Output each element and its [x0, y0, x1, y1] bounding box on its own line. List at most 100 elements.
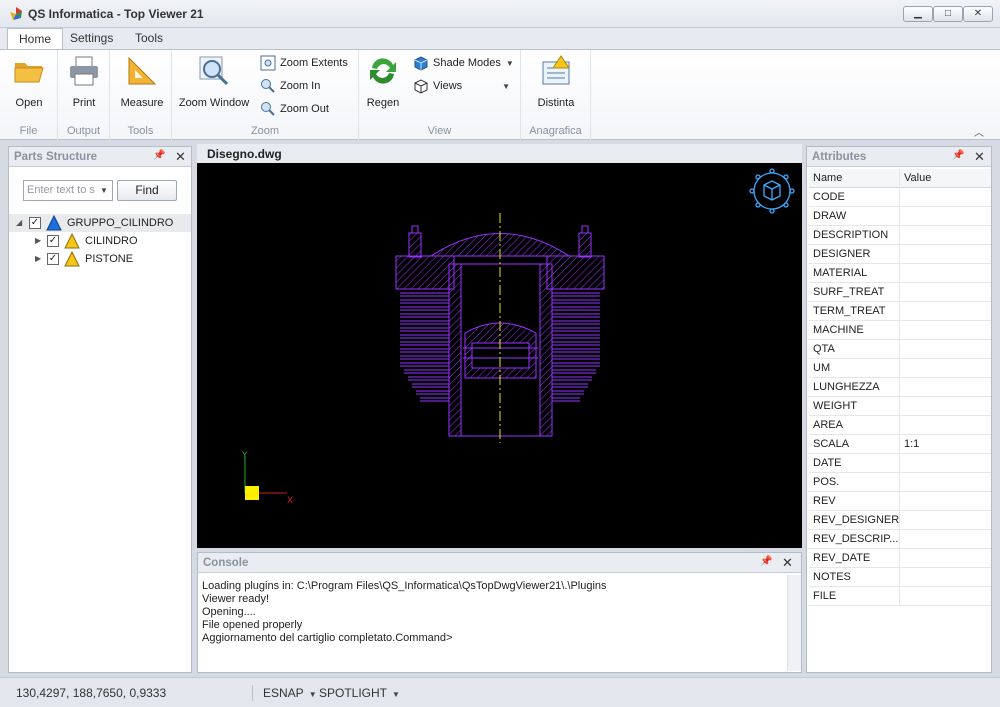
attribute-row[interactable]: SCALA 1:1 — [809, 435, 991, 454]
attribute-row[interactable]: LUNGHEZZA — [809, 378, 991, 397]
y-axis-label: Y — [241, 451, 248, 461]
attribute-value[interactable] — [900, 568, 990, 587]
attribute-row[interactable]: DESIGNER — [809, 245, 991, 264]
print-button[interactable]: Print — [60, 54, 108, 109]
tab-tools[interactable]: Tools — [124, 28, 174, 49]
regen-button[interactable]: Regen — [363, 54, 403, 109]
zoom-extents-button[interactable]: Zoom Extents — [260, 53, 348, 73]
attribute-row[interactable]: UM — [809, 359, 991, 378]
close-icon[interactable]: ✕ — [175, 149, 186, 165]
attribute-value[interactable] — [900, 245, 990, 264]
zoom-window-button[interactable]: Zoom Window — [178, 54, 250, 109]
attribute-row[interactable]: DATE — [809, 454, 991, 473]
attribute-name: WEIGHT — [813, 400, 857, 412]
attribute-row[interactable]: DESCRIPTION — [809, 226, 991, 245]
console-line: File opened properly — [202, 619, 303, 631]
view-cube-icon[interactable] — [749, 168, 795, 214]
tree-item-cilindro[interactable]: ▶ ✓ CILINDRO — [9, 232, 191, 250]
chevron-down-icon[interactable]: ▼ — [95, 180, 113, 201]
attribute-row[interactable]: REV_DESCRIP... — [809, 530, 991, 549]
attribute-row[interactable]: TERM_TREAT — [809, 302, 991, 321]
shade-modes-dropdown[interactable]: Shade Modes ▼ — [413, 53, 514, 73]
attribute-value[interactable]: 1:1 — [900, 435, 990, 454]
drawing-canvas[interactable]: X Y — [197, 163, 802, 548]
attribute-value[interactable] — [900, 283, 990, 302]
attribute-row[interactable]: MACHINE — [809, 321, 991, 340]
zoom-in-button[interactable]: Zoom In — [260, 76, 320, 96]
attribute-row[interactable]: QTA — [809, 340, 991, 359]
column-header-value[interactable]: Value — [900, 169, 990, 188]
attribute-value[interactable] — [900, 397, 990, 416]
tree-item-gruppo-cilindro[interactable]: ◢ ✓ GRUPPO_CILINDRO — [9, 214, 191, 232]
collapse-ribbon-icon[interactable]: ︿ — [974, 124, 984, 139]
attribute-row[interactable]: FILE — [809, 587, 991, 606]
minimize-button[interactable]: ▁ — [903, 6, 933, 22]
attribute-value[interactable] — [900, 587, 990, 606]
console-line[interactable]: Aggiornamento del cartiglio completato.C… — [202, 632, 607, 645]
attribute-value[interactable] — [900, 188, 990, 207]
attribute-row[interactable]: MATERIAL — [809, 264, 991, 283]
attribute-value[interactable] — [900, 378, 990, 397]
document-tab[interactable]: Disegno.dwg — [197, 144, 802, 163]
attribute-row[interactable]: AREA — [809, 416, 991, 435]
measure-button[interactable]: Measure — [114, 54, 170, 109]
attribute-row[interactable]: DRAW — [809, 207, 991, 226]
attribute-value[interactable] — [900, 473, 990, 492]
attribute-value[interactable] — [900, 511, 990, 530]
cad-drawing[interactable]: X Y — [197, 163, 802, 548]
esnap-dropdown[interactable]: ESNAP ▼ — [263, 686, 317, 700]
pin-icon[interactable]: 📌 — [153, 150, 165, 161]
open-button[interactable]: Open — [4, 54, 54, 109]
distinta-button[interactable]: Distinta — [527, 54, 585, 109]
cooling-fins-right — [552, 292, 600, 402]
maximize-button[interactable]: □ — [933, 6, 963, 22]
tab-home[interactable]: Home — [7, 28, 64, 49]
attribute-value[interactable] — [900, 549, 990, 568]
console-scrollbar[interactable] — [787, 575, 801, 671]
checkbox[interactable]: ✓ — [47, 235, 59, 247]
find-button[interactable]: Find — [117, 180, 177, 201]
close-icon[interactable]: ✕ — [782, 555, 793, 571]
attribute-name: NOTES — [813, 571, 851, 583]
attribute-row[interactable]: WEIGHT — [809, 397, 991, 416]
attribute-value[interactable] — [900, 207, 990, 226]
attribute-row[interactable]: CODE — [809, 188, 991, 207]
attribute-row[interactable]: REV_DATE — [809, 549, 991, 568]
expand-icon[interactable]: ◢ — [16, 214, 22, 232]
attribute-value[interactable] — [900, 530, 990, 549]
checkbox[interactable]: ✓ — [29, 217, 41, 229]
attribute-row[interactable]: REV_DESIGNER — [809, 511, 991, 530]
cube-icon — [414, 56, 428, 71]
attribute-value[interactable] — [900, 321, 990, 340]
ribbon-tab-bar: Home Settings Tools — [0, 28, 1000, 49]
attribute-row[interactable]: NOTES — [809, 568, 991, 587]
tab-settings[interactable]: Settings — [59, 28, 124, 49]
close-button[interactable]: ✕ — [963, 6, 993, 22]
tree-item-pistone[interactable]: ▶ ✓ PISTONE — [9, 250, 191, 268]
attribute-value[interactable] — [900, 226, 990, 245]
attribute-row[interactable]: REV — [809, 492, 991, 511]
attribute-value[interactable] — [900, 302, 990, 321]
group-caption-output: Output — [66, 125, 101, 137]
attribute-value[interactable] — [900, 416, 990, 435]
attribute-value[interactable] — [900, 492, 990, 511]
spotlight-dropdown[interactable]: SPOTLIGHT ▼ — [319, 686, 400, 700]
attribute-name: MACHINE — [813, 324, 864, 336]
attribute-value[interactable] — [900, 359, 990, 378]
expand-icon[interactable]: ▶ — [35, 232, 41, 250]
checkbox[interactable]: ✓ — [47, 253, 59, 265]
attribute-value[interactable] — [900, 454, 990, 473]
attribute-row[interactable]: POS. — [809, 473, 991, 492]
views-dropdown[interactable]: Views ▼ — [413, 76, 510, 96]
attribute-value[interactable] — [900, 264, 990, 283]
column-header-name[interactable]: Name — [809, 169, 899, 188]
close-icon[interactable]: ✕ — [974, 149, 985, 165]
spotlight-label: SPOTLIGHT — [319, 686, 388, 700]
attribute-value[interactable] — [900, 340, 990, 359]
pin-icon[interactable]: 📌 — [952, 150, 964, 161]
attribute-row[interactable]: SURF_TREAT — [809, 283, 991, 302]
views-icon — [414, 79, 428, 94]
expand-icon[interactable]: ▶ — [35, 250, 41, 268]
pin-icon[interactable]: 📌 — [760, 556, 772, 567]
zoom-out-button[interactable]: Zoom Out — [260, 99, 329, 119]
